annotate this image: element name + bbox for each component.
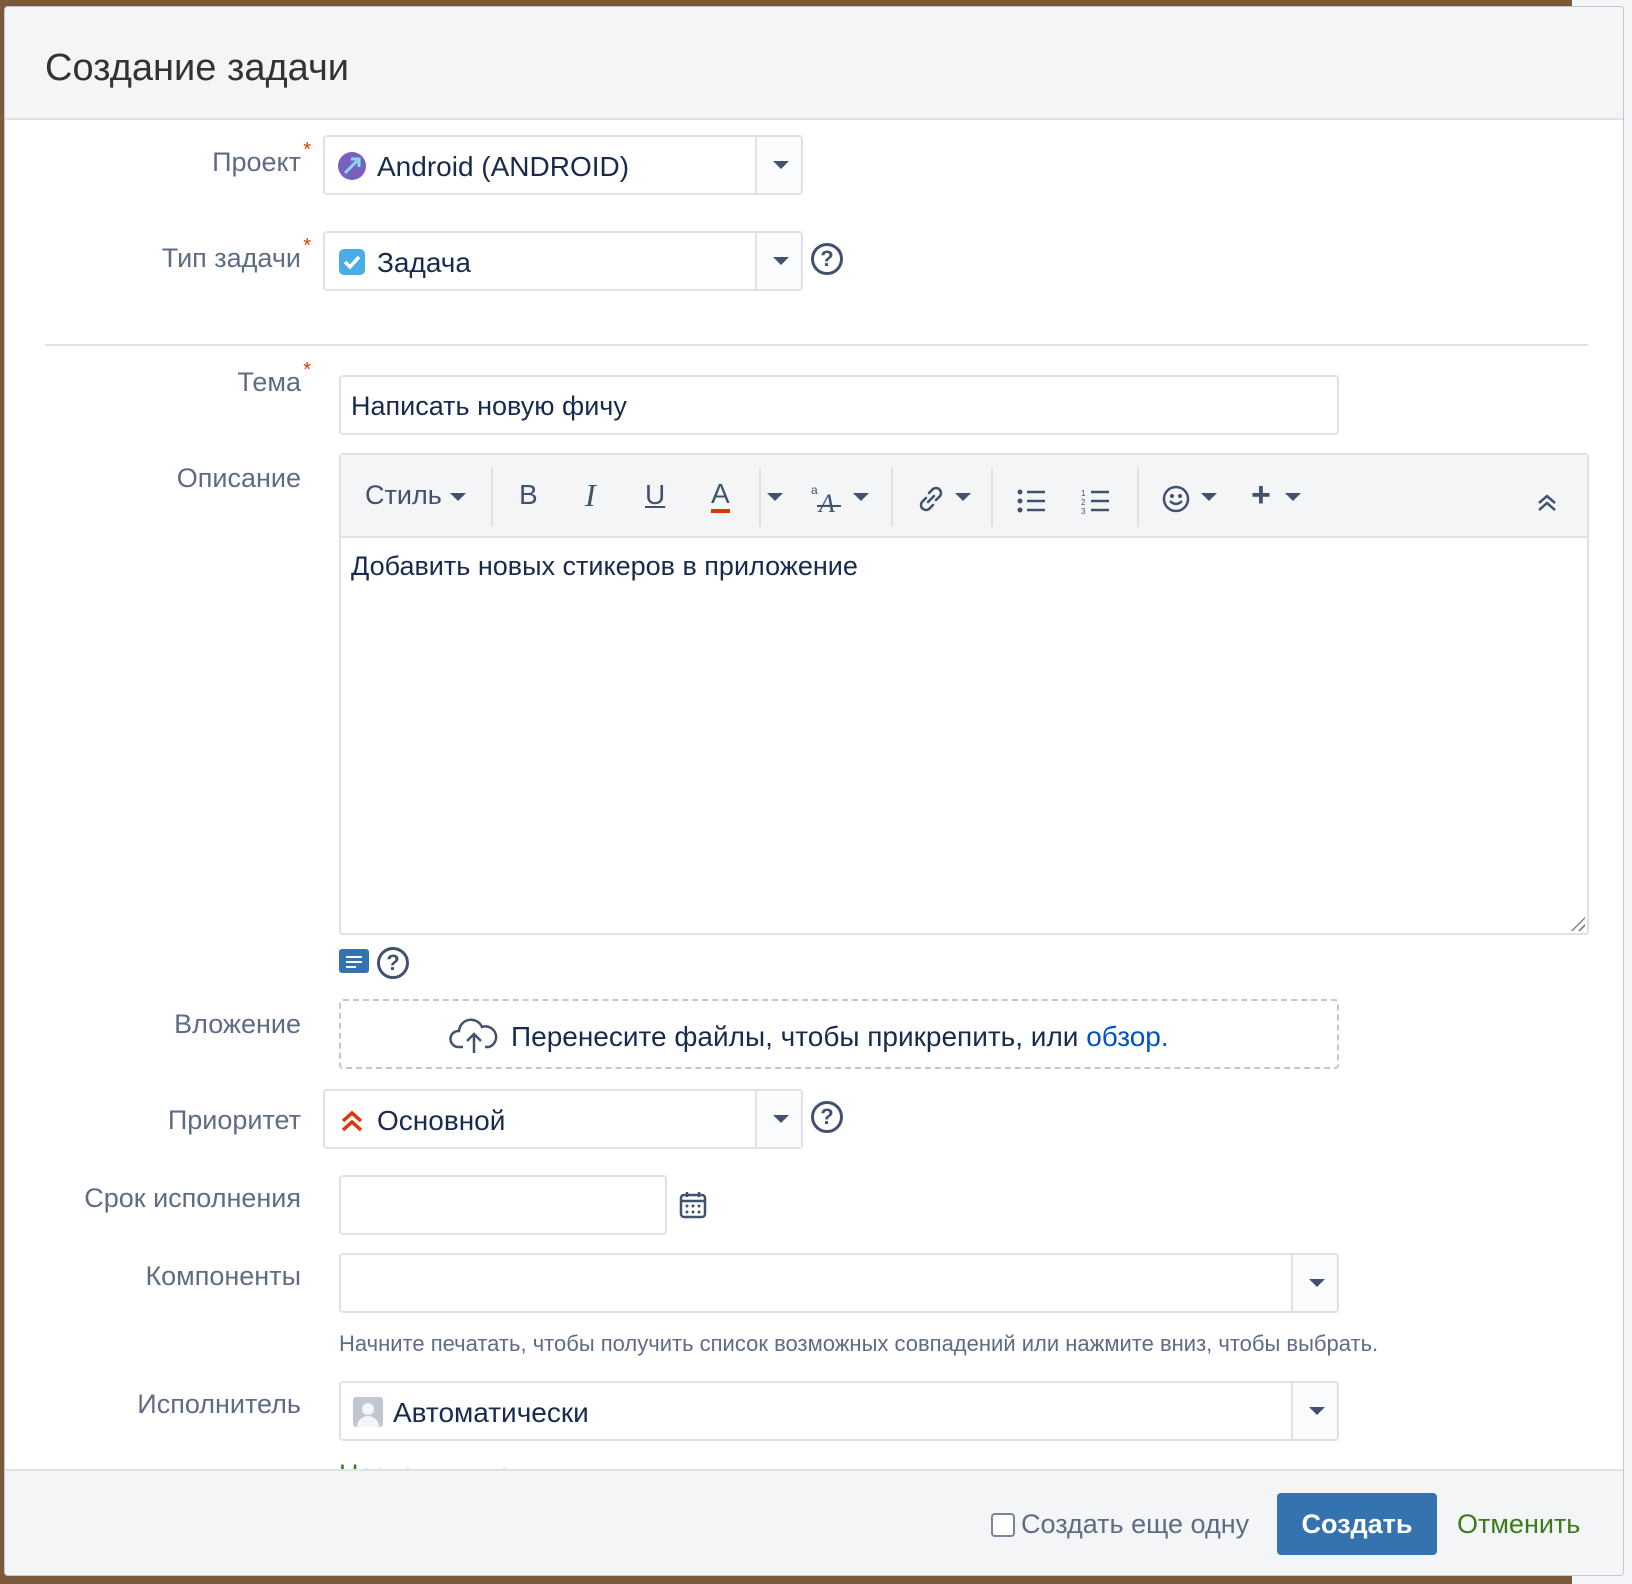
emoji-dropdown[interactable] (1193, 477, 1217, 513)
assignee-select[interactable]: Автоматически (339, 1381, 1339, 1441)
cancel-button[interactable]: Отменить (1457, 1509, 1580, 1540)
toolbar-separator (491, 467, 493, 527)
editor-toolbar: Стиль B I U A a A 1 2 3 + (341, 455, 1587, 538)
priority-value: Основной (377, 1105, 506, 1136)
project-avatar-icon (338, 152, 366, 180)
attachment-dropzone[interactable]: Перенесите файлы, чтобы прикрепить, или … (339, 999, 1339, 1069)
svg-text:A: A (817, 489, 835, 517)
svg-text:1: 1 (1081, 489, 1086, 498)
browse-link[interactable]: обзор. (1086, 1021, 1168, 1052)
resize-handle[interactable] (1569, 915, 1585, 931)
components-hint: Начните печатать, чтобы получить список … (339, 1331, 1379, 1356)
numbered-list-icon[interactable]: 123 (1081, 483, 1111, 519)
style-label: Стиль (365, 480, 442, 510)
chevron-down-icon[interactable] (1291, 1383, 1337, 1439)
attachment-text: Перенесите файлы, чтобы прикрепить, или … (511, 1021, 1169, 1053)
bold-icon[interactable]: B (519, 477, 538, 513)
attachment-label-text: Вложение (174, 1009, 301, 1039)
bullet-list-icon[interactable] (1017, 483, 1047, 519)
assignee-value: Автоматически (393, 1397, 589, 1428)
user-avatar-icon (353, 1397, 383, 1427)
summary-label-text: Тема (237, 367, 301, 397)
required-marker: * (303, 359, 311, 381)
link-dropdown[interactable] (947, 477, 971, 513)
create-button[interactable]: Создать (1277, 1493, 1437, 1555)
summary-label: Тема * (5, 359, 311, 398)
text-mode-icon[interactable] (339, 949, 369, 973)
help-icon[interactable]: ? (811, 1101, 843, 1133)
project-value: Android (ANDROID) (377, 151, 630, 182)
project-label: Проект * (5, 139, 311, 178)
link-icon[interactable] (915, 481, 947, 517)
description-content: Добавить новых стикеров в приложение (351, 551, 858, 581)
assignee-label-text: Исполнитель (137, 1389, 301, 1419)
due-date-input[interactable] (339, 1175, 667, 1235)
toolbar-separator (891, 467, 893, 527)
emoji-icon[interactable] (1161, 481, 1191, 517)
svg-text:a: a (811, 483, 818, 497)
italic-icon[interactable]: I (585, 477, 596, 513)
text-effects-icon[interactable]: a A (811, 481, 845, 517)
components-label: Компоненты (5, 1261, 301, 1292)
issue-type-label: Тип задачи * (5, 235, 311, 274)
task-type-icon (339, 249, 365, 275)
create-issue-dialog: Создание задачи Проект * Android (ANDROID… (4, 6, 1624, 1576)
collapse-icon[interactable] (1535, 485, 1559, 521)
svg-text:2: 2 (1081, 498, 1086, 507)
components-select[interactable] (339, 1253, 1339, 1313)
insert-icon[interactable]: + (1251, 477, 1301, 513)
description-editor[interactable]: Стиль B I U A a A 1 2 3 + Добавить новых… (339, 453, 1589, 935)
help-icon[interactable]: ? (811, 243, 843, 275)
chevron-down-icon[interactable] (1291, 1255, 1337, 1311)
chevron-down-icon[interactable] (755, 1091, 801, 1147)
help-icon[interactable]: ? (377, 947, 409, 979)
summary-input[interactable]: Написать новую фичу (339, 375, 1339, 435)
priority-label-text: Приоритет (167, 1105, 301, 1135)
dialog-footer: Создать еще одну Создать Отменить (5, 1469, 1623, 1575)
required-marker: * (303, 235, 311, 257)
issue-type-select[interactable]: Задача (323, 231, 803, 291)
priority-major-icon (341, 1110, 363, 1132)
chevron-down-icon[interactable] (755, 137, 801, 193)
project-select[interactable]: Android (ANDROID) (323, 135, 803, 195)
text-color-dropdown[interactable] (759, 477, 783, 513)
dialog-header: Создание задачи (5, 7, 1623, 120)
due-date-label-text: Срок исполнения (84, 1183, 301, 1213)
svg-text:3: 3 (1081, 507, 1086, 516)
create-another-label[interactable]: Создать еще одну (1021, 1509, 1249, 1540)
underline-icon[interactable]: U (645, 477, 665, 513)
text-color-icon[interactable]: A (711, 477, 730, 513)
upload-cloud-icon (449, 1018, 498, 1053)
calendar-icon[interactable] (679, 1191, 707, 1219)
toolbar-separator (991, 467, 993, 527)
project-label-text: Проект (212, 147, 301, 177)
assignee-label: Исполнитель (5, 1389, 301, 1420)
divider (45, 344, 1588, 346)
issue-type-value: Задача (377, 247, 471, 278)
create-another-checkbox[interactable] (991, 1513, 1015, 1537)
dialog-title: Создание задачи (45, 47, 349, 89)
required-marker: * (303, 139, 311, 161)
due-date-label: Срок исполнения (5, 1183, 301, 1214)
components-label-text: Компоненты (145, 1261, 301, 1291)
attachment-prompt: Перенесите файлы, чтобы прикрепить, или (511, 1021, 1079, 1052)
description-label-text: Описание (176, 463, 301, 493)
priority-label: Приоритет (5, 1105, 301, 1136)
issue-type-label-text: Тип задачи (161, 243, 301, 273)
toolbar-separator (1137, 467, 1139, 527)
chevron-down-icon[interactable] (755, 233, 801, 289)
text-effects-dropdown[interactable] (845, 477, 869, 513)
priority-select[interactable]: Основной (323, 1089, 803, 1149)
summary-value: Написать новую фичу (351, 391, 627, 421)
attachment-label: Вложение (5, 1009, 301, 1040)
style-dropdown[interactable]: Стиль (365, 477, 466, 513)
description-label: Описание (5, 463, 301, 494)
